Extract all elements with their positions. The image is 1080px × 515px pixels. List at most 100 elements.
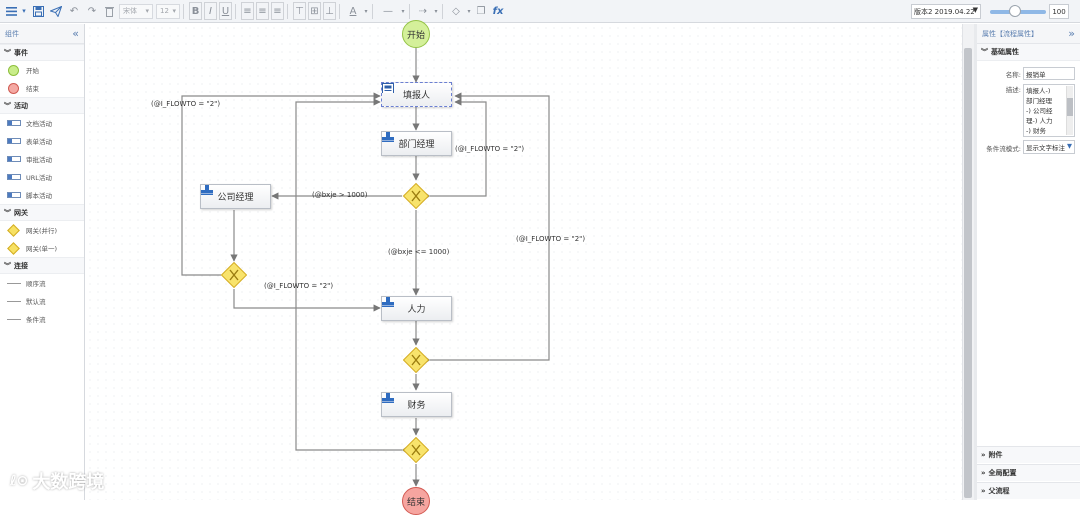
align-middle-icon[interactable]: ⊞ (308, 2, 321, 20)
line-style-icon[interactable]: — (378, 2, 398, 20)
section-attachments[interactable]: » 附件 (977, 446, 1080, 463)
exclusive-gateway[interactable] (403, 183, 429, 209)
save-icon[interactable] (30, 2, 46, 20)
align-bottom-icon[interactable]: ⊥ (323, 2, 336, 20)
align-center-icon[interactable]: ≡ (256, 2, 269, 20)
zoom-slider-handle[interactable] (1009, 5, 1021, 17)
zoom-input[interactable]: 100 (1049, 4, 1069, 19)
formula-icon[interactable]: fx (490, 2, 506, 20)
fill-color-dropdown-icon[interactable]: ▾ (466, 2, 472, 20)
group-icon[interactable]: ❐ (474, 2, 488, 20)
connector-icon[interactable]: ⇢ (415, 2, 431, 20)
description-scrollbar[interactable] (1066, 86, 1073, 135)
toolbar-divider (442, 3, 443, 19)
palette-item-label: 网关(并行) (26, 227, 58, 235)
publish-icon[interactable] (48, 2, 64, 20)
name-value: 报销单 (1026, 71, 1046, 79)
condition-label[interactable]: (@I_FLOWTO = "2") (455, 145, 524, 153)
name-field[interactable]: 报销单 (1023, 67, 1075, 80)
palette-item-label: 条件流 (26, 316, 46, 324)
bold-button[interactable]: B (189, 2, 202, 20)
section-basic-properties[interactable]: ︾ 基础属性 (977, 44, 1080, 61)
align-top-icon[interactable]: ⊤ (293, 2, 306, 20)
start-event[interactable]: 开始 (402, 20, 430, 48)
font-family-select[interactable]: 宋体 ▾ (119, 3, 153, 19)
palette-item-label: 开始 (26, 67, 39, 75)
connector-dropdown-icon[interactable]: ▾ (433, 2, 439, 20)
line-icon (6, 296, 21, 306)
activity-company-manager[interactable]: 公司经理 (200, 184, 271, 209)
palette-item-start[interactable]: 开始 (0, 61, 84, 79)
undo-icon[interactable]: ↶ (66, 2, 82, 20)
underline-button[interactable]: U (219, 2, 232, 20)
exclusive-gateway[interactable] (403, 347, 429, 373)
menu-dropdown-icon[interactable]: ▾ (20, 2, 28, 20)
section-title: 连接 (14, 261, 28, 270)
version-select[interactable]: 版本2 2019.04.22 ▼ (911, 4, 981, 19)
palette-item-url-activity[interactable]: URL活动 (0, 168, 84, 186)
watermark-text: 大数跨境 (32, 472, 105, 493)
watermark: ℓ⊙ 大数跨境 (10, 468, 104, 494)
font-color-dropdown-icon[interactable]: ▾ (363, 2, 369, 20)
font-color-icon[interactable]: A (345, 2, 361, 20)
diagram-canvas[interactable]: 开始 结束 填报人 部门经理 公司经理 人力 财务 (@I_FLOWTO = "… (86, 20, 962, 515)
condition-label[interactable]: (@bxje <= 1000) (388, 248, 449, 256)
menu-icon[interactable] (4, 2, 18, 20)
activity-finance[interactable]: 财务 (381, 392, 452, 417)
section-global-config[interactable]: » 全局配置 (977, 464, 1080, 481)
zoom-value: 100 (1052, 7, 1066, 16)
exclusive-gateway[interactable] (403, 437, 429, 463)
condition-label[interactable]: (@I_FLOWTO = "2") (151, 100, 220, 108)
condition-label[interactable]: (@I_FLOWTO = "2") (264, 282, 333, 290)
canvas-scroll-thumb[interactable] (964, 48, 972, 498)
align-right-icon[interactable]: ≡ (271, 2, 284, 20)
section-gateways[interactable]: ︾ 网关 (0, 204, 84, 221)
activity-hr[interactable]: 人力 (381, 296, 452, 321)
watermark-logo-icon: ℓ⊙ (10, 473, 29, 489)
section-events[interactable]: ︾ 事件 (0, 44, 84, 61)
palette-item-default-flow[interactable]: 默认流 (0, 292, 84, 310)
exclusive-gateway[interactable] (221, 262, 247, 288)
condition-label[interactable]: (@bxje > 1000) (312, 191, 367, 199)
description-line: 理-) 人力 (1026, 117, 1053, 125)
palette-item-script-activity[interactable]: 脚本活动 (0, 186, 84, 204)
activity-dept-manager[interactable]: 部门经理 (381, 131, 452, 156)
palette-item-label: 结束 (26, 85, 39, 93)
activity-applicant[interactable]: 填报人 (381, 82, 452, 107)
component-panel-title: 组件 (5, 29, 19, 38)
line-style-dropdown-icon[interactable]: ▾ (400, 2, 406, 20)
start-event-label: 开始 (406, 30, 425, 41)
approval-icon (382, 393, 394, 403)
fill-color-icon[interactable]: ◇ (448, 2, 464, 20)
section-connections[interactable]: ︾ 连接 (0, 257, 84, 274)
italic-button[interactable]: I (204, 2, 217, 20)
align-left-icon[interactable]: ≡ (241, 2, 254, 20)
palette-item-form-activity[interactable]: 表单活动 (0, 132, 84, 150)
section-activities[interactable]: ︾ 活动 (0, 97, 84, 114)
palette-item-conditional-flow[interactable]: 条件流 (0, 310, 84, 328)
expand-icon[interactable]: » (1068, 27, 1075, 40)
section-parent-process[interactable]: » 父流程 (977, 482, 1080, 499)
activity-label: 公司经理 (217, 193, 254, 203)
flow-gateway2-hr[interactable] (233, 289, 381, 312)
condition-mode-label: 条件流模式: (986, 145, 1021, 153)
palette-item-label: 表单活动 (26, 138, 52, 146)
condition-mode-select[interactable]: 显示文字标注 ▼ (1023, 140, 1075, 154)
font-size-select[interactable]: 12 ▾ (156, 3, 180, 19)
redo-icon[interactable]: ↷ (84, 2, 100, 20)
toolbar-divider (339, 3, 340, 19)
palette-item-end[interactable]: 结束 (0, 79, 84, 97)
palette-item-approval-activity[interactable]: 审批活动 (0, 150, 84, 168)
palette-item-parallel-gateway[interactable]: 网关(并行) (0, 221, 84, 239)
palette-item-label: URL活动 (26, 174, 52, 182)
end-event[interactable]: 结束 (402, 487, 430, 515)
palette-item-document-activity[interactable]: 文档活动 (0, 114, 84, 132)
palette-item-label: 顺序流 (26, 280, 46, 288)
description-field[interactable]: 填报人-) 部门经理 -) 公司经 理-) 人力 -) 财务 (1023, 84, 1075, 137)
collapse-icon[interactable]: « (72, 27, 79, 40)
palette-item-sequence-flow[interactable]: 顺序流 (0, 274, 84, 292)
delete-icon[interactable] (102, 2, 116, 20)
line-icon (6, 278, 21, 288)
palette-item-single-gateway[interactable]: 网关(单一) (0, 239, 84, 257)
condition-label[interactable]: (@I_FLOWTO = "2") (516, 235, 585, 243)
